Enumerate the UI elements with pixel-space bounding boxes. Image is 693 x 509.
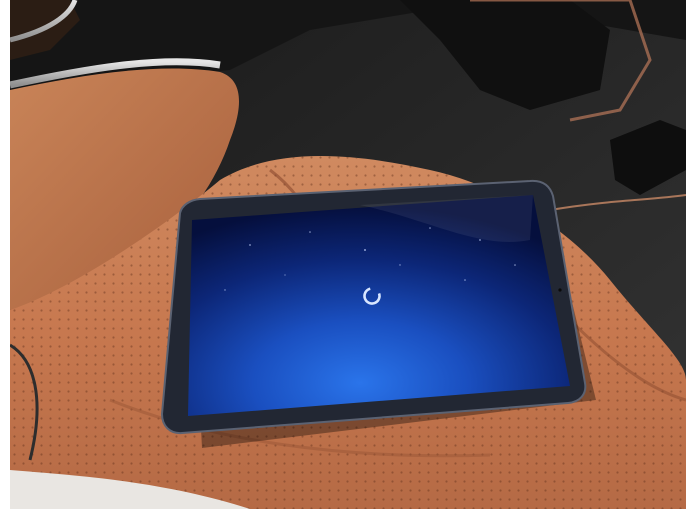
photo-scene <box>10 0 686 509</box>
tablet-camera <box>558 288 562 292</box>
photo <box>10 0 686 509</box>
